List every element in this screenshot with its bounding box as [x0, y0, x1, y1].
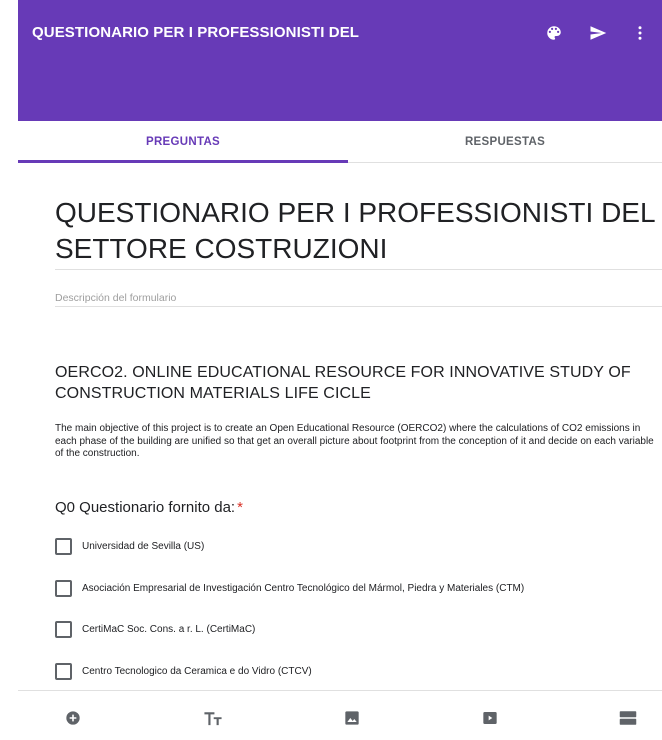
palette-icon[interactable] [543, 22, 565, 44]
option-label: Universidad de Sevilla (US) [82, 540, 205, 552]
checkbox[interactable] [55, 579, 72, 597]
tab-respuestas[interactable]: RESPUESTAS [348, 121, 662, 163]
section-description: The main objective of this project is to… [55, 423, 654, 459]
option-item[interactable]: Universidad de Sevilla (US) [55, 537, 204, 555]
checkbox[interactable] [55, 537, 72, 555]
add-title-icon[interactable] [201, 709, 225, 727]
add-video-icon[interactable] [481, 709, 499, 727]
more-vert-icon[interactable] [629, 22, 651, 44]
header-title: QUESTIONARIO PER I PROFESSIONISTI DEL [32, 24, 360, 41]
tab-bar: PREGUNTAS RESPUESTAS [18, 121, 662, 163]
option-item[interactable]: CertiMaC Soc. Cons. a r. L. (CertiMaC) [55, 620, 255, 638]
send-icon[interactable] [587, 22, 609, 44]
question-title-text: Q0 Questionario fornito da: [55, 499, 236, 516]
active-tab-indicator [18, 160, 348, 163]
bottom-toolbar [18, 690, 662, 740]
form-title[interactable]: QUESTIONARIO PER I PROFESSIONISTI DEL SE… [55, 195, 655, 267]
option-item[interactable]: Centro Tecnologico da Ceramica e do Vidr… [55, 662, 312, 680]
form-header: QUESTIONARIO PER I PROFESSIONISTI DEL [18, 0, 662, 121]
question-title: Q0 Questionario fornito da: * [55, 499, 243, 516]
title-divider [55, 269, 662, 270]
tab-preguntas[interactable]: PREGUNTAS [18, 121, 348, 163]
checkbox[interactable] [55, 620, 72, 638]
add-section-icon[interactable] [619, 709, 637, 727]
option-label: Centro Tecnologico da Ceramica e do Vidr… [82, 665, 312, 677]
required-marker: * [237, 499, 243, 516]
add-image-icon[interactable] [343, 709, 361, 727]
section-title: OERCO2. ONLINE EDUCATIONAL RESOURCE FOR … [55, 364, 631, 402]
form-description-field[interactable]: Descripción del formulario [55, 292, 176, 304]
option-label: CertiMaC Soc. Cons. a r. L. (CertiMaC) [82, 623, 256, 635]
description-divider [55, 306, 662, 307]
option-item[interactable]: Asociación Empresarial de Investigación … [55, 579, 524, 597]
option-label: Asociación Empresarial de Investigación … [82, 582, 525, 594]
add-question-icon[interactable] [64, 709, 82, 727]
checkbox[interactable] [55, 662, 72, 680]
